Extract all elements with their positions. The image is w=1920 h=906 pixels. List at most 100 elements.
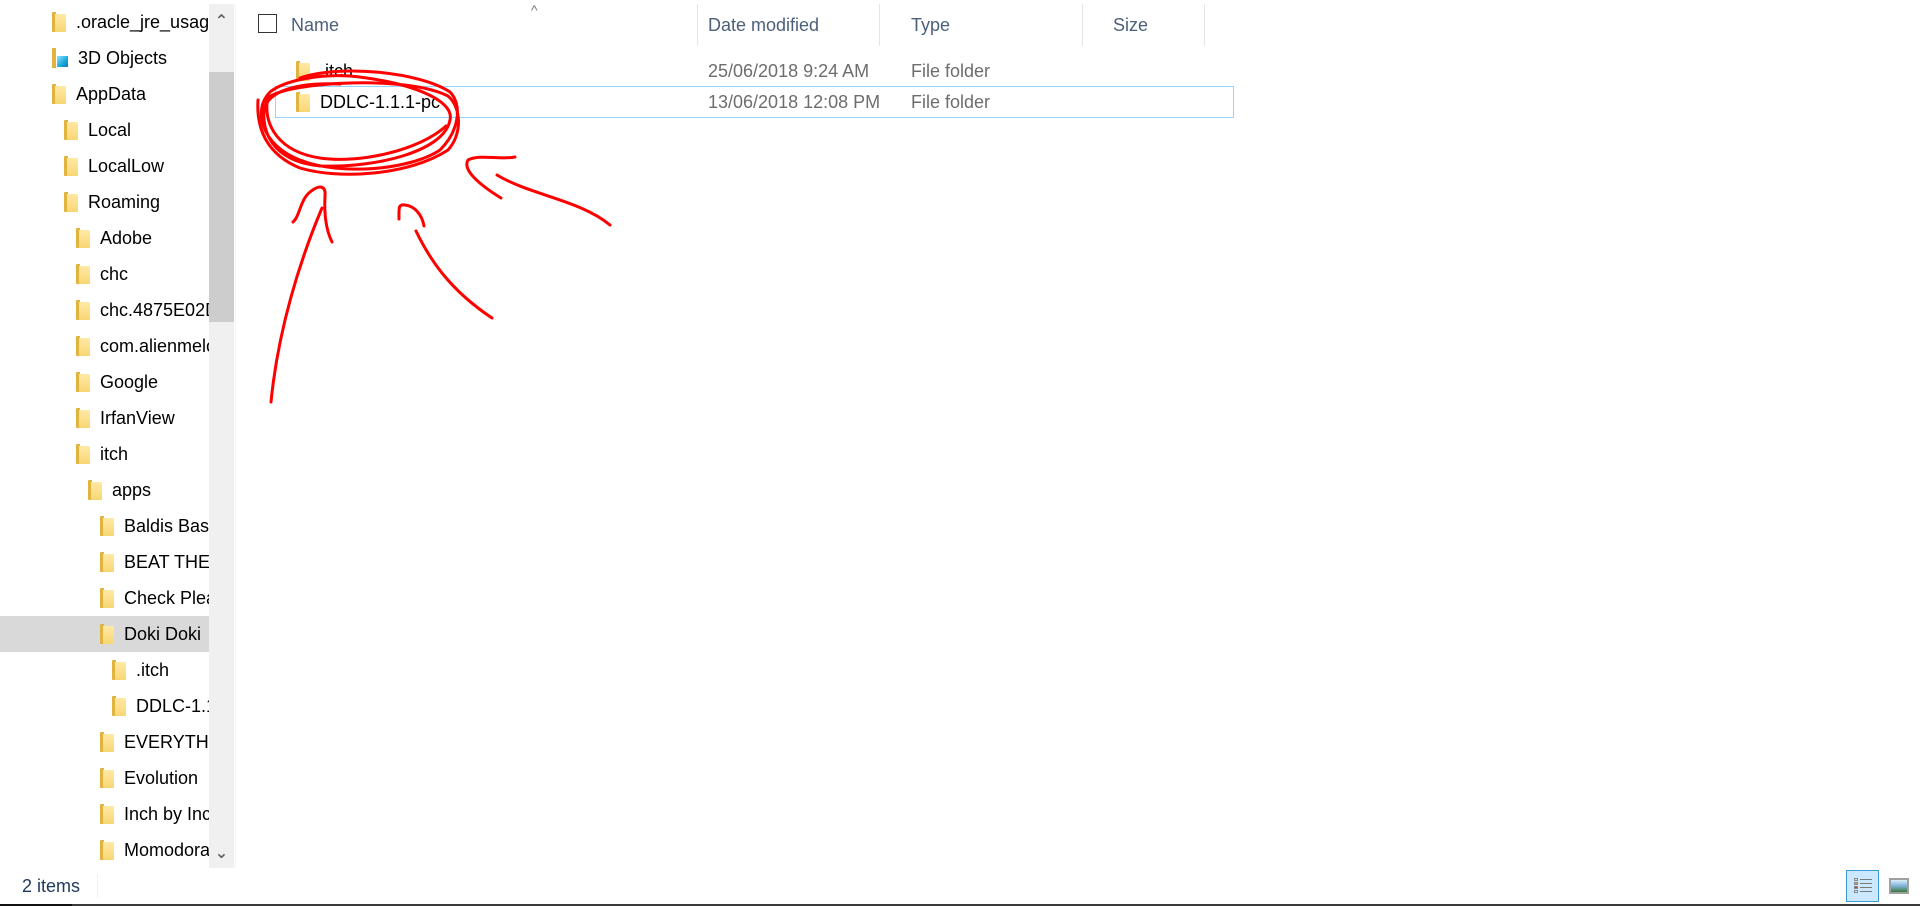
tree-item[interactable]: Local bbox=[0, 112, 209, 148]
folder-icon bbox=[76, 300, 90, 320]
tree-item[interactable]: chc bbox=[0, 256, 209, 292]
navigation-pane: .oracle_jre_usage 3D Objects AppData Local L… bbox=[0, 0, 236, 868]
details-view-button[interactable] bbox=[1846, 870, 1879, 902]
folder-icon bbox=[76, 264, 90, 284]
tree-item[interactable]: EVERYTHING bbox=[0, 724, 209, 760]
tree-item-label: LocalLow bbox=[88, 155, 165, 176]
folder-icon bbox=[296, 92, 310, 112]
large-icons-view-button[interactable] bbox=[1882, 870, 1915, 902]
folder-icon bbox=[64, 156, 78, 176]
tree-item[interactable]: Check Please bbox=[0, 580, 209, 616]
tree-item-label: Google bbox=[100, 371, 159, 392]
folder-icon bbox=[64, 192, 78, 212]
select-all-checkbox[interactable] bbox=[258, 14, 277, 33]
tree-item-label: chc.4875E02D bbox=[100, 299, 209, 320]
column-divider[interactable] bbox=[697, 4, 698, 46]
file-type: File folder bbox=[911, 60, 991, 81]
column-divider[interactable] bbox=[879, 4, 880, 46]
tree-item[interactable]: com.alienmelon bbox=[0, 328, 209, 364]
folder-icon bbox=[100, 768, 114, 788]
tree-item[interactable]: Momodora bbox=[0, 832, 209, 868]
tree-item-label: Doki Doki bbox=[124, 623, 202, 644]
tree-item-label: Baldis Basics bbox=[124, 515, 209, 536]
folder-icon bbox=[112, 660, 126, 680]
tree-item-label: Local bbox=[88, 119, 132, 140]
tree-item[interactable]: Baldis Basics bbox=[0, 508, 209, 544]
tree-item[interactable]: .oracle_jre_usage bbox=[0, 4, 209, 40]
column-divider[interactable] bbox=[1082, 4, 1083, 46]
file-name: DDLC-1.1.1-pc bbox=[320, 91, 441, 112]
tree-item[interactable]: DDLC-1.1.1-pc bbox=[0, 688, 209, 724]
folder-icon bbox=[296, 61, 310, 81]
folder-icon bbox=[52, 84, 66, 104]
file-name: .itch bbox=[320, 60, 354, 81]
column-header-date-modified[interactable]: Date modified bbox=[708, 4, 878, 46]
file-row[interactable]: .itch 25/06/2018 9:24 AM File folder bbox=[275, 55, 1234, 87]
tree-item[interactable]: apps bbox=[0, 472, 209, 508]
column-date-label: Date modified bbox=[708, 14, 820, 35]
tree-item[interactable]: 3D Objects bbox=[0, 40, 209, 76]
3d-objects-icon bbox=[52, 48, 68, 68]
tree-item-label: Momodora bbox=[124, 839, 209, 860]
column-header-size[interactable]: Size bbox=[1113, 4, 1213, 46]
file-name-cell: DDLC-1.1.1-pc bbox=[296, 87, 440, 117]
tree-item-label: Roaming bbox=[88, 191, 161, 212]
tree-item-label: DDLC-1.1.1-pc bbox=[136, 695, 209, 716]
tree-item-label: IrfanView bbox=[100, 407, 175, 428]
sort-ascending-icon: ^ bbox=[531, 2, 538, 18]
tree-item[interactable]: Doki Doki bbox=[0, 616, 209, 652]
scroll-thumb[interactable] bbox=[209, 72, 234, 322]
tree-item[interactable]: chc.4875E02D bbox=[0, 292, 209, 328]
nav-scrollbar[interactable]: ⌃ ⌄ bbox=[209, 4, 234, 868]
tree-item-label: chc bbox=[100, 263, 129, 284]
chevron-up-icon[interactable]: ⌃ bbox=[209, 6, 234, 36]
folder-icon bbox=[100, 516, 114, 536]
folder-icon bbox=[76, 228, 90, 248]
tree-item[interactable]: Roaming bbox=[0, 184, 209, 220]
folder-icon bbox=[64, 120, 78, 140]
item-count: 2 items bbox=[22, 875, 81, 896]
folder-icon bbox=[52, 12, 66, 32]
tree-item-label: com.alienmelon bbox=[100, 335, 209, 356]
folder-icon bbox=[76, 372, 90, 392]
tree-item-label: .itch bbox=[136, 659, 170, 680]
column-header-name[interactable]: Name ^ bbox=[291, 2, 691, 46]
tree-item[interactable]: itch bbox=[0, 436, 209, 472]
column-name-label: Name bbox=[291, 14, 340, 35]
pane-divider[interactable] bbox=[235, 4, 236, 868]
folder-icon bbox=[76, 408, 90, 428]
file-row[interactable]: DDLC-1.1.1-pc 13/06/2018 12:08 PM File fol… bbox=[275, 86, 1234, 118]
chevron-down-icon[interactable]: ⌄ bbox=[209, 838, 234, 868]
tree-item-label: Evolution bbox=[124, 767, 199, 788]
status-divider bbox=[97, 874, 98, 898]
folder-icon bbox=[76, 444, 90, 464]
column-size-label: Size bbox=[1113, 14, 1149, 35]
tree-item[interactable]: BEAT THE A bbox=[0, 544, 209, 580]
tree-item-label: AppData bbox=[76, 83, 147, 104]
tree-item[interactable]: .itch bbox=[0, 652, 209, 688]
tree-item-label: EVERYTHING bbox=[124, 731, 209, 752]
tree-item-label: itch bbox=[100, 443, 129, 464]
folder-icon bbox=[100, 588, 114, 608]
tree-item[interactable]: LocalLow bbox=[0, 148, 209, 184]
file-date-modified: 25/06/2018 9:24 AM bbox=[708, 60, 870, 81]
file-date-modified: 13/06/2018 12:08 PM bbox=[708, 91, 881, 112]
column-header-type[interactable]: Type bbox=[911, 4, 1081, 46]
tree-item[interactable]: Inch by Inch bbox=[0, 796, 209, 832]
tree-item-label: Inch by Inch bbox=[124, 803, 209, 824]
file-type: File folder bbox=[911, 91, 991, 112]
folder-icon bbox=[100, 732, 114, 752]
tree-item[interactable]: AppData bbox=[0, 76, 209, 112]
tree-item[interactable]: IrfanView bbox=[0, 400, 209, 436]
tree-item-label: BEAT THE A bbox=[124, 551, 209, 572]
tree-item[interactable]: Google bbox=[0, 364, 209, 400]
folder-icon bbox=[76, 336, 90, 356]
tree-item-label: apps bbox=[112, 479, 152, 500]
tree-item[interactable]: Evolution bbox=[0, 760, 209, 796]
folder-icon bbox=[112, 696, 126, 716]
file-list-pane: Name ^ Date modified Type Size .itch 25/0… bbox=[237, 0, 1920, 868]
status-bar: 2 items bbox=[0, 868, 1920, 904]
column-divider[interactable] bbox=[1204, 4, 1205, 46]
tree-item[interactable]: Adobe bbox=[0, 220, 209, 256]
file-name-cell: .itch bbox=[296, 56, 353, 86]
